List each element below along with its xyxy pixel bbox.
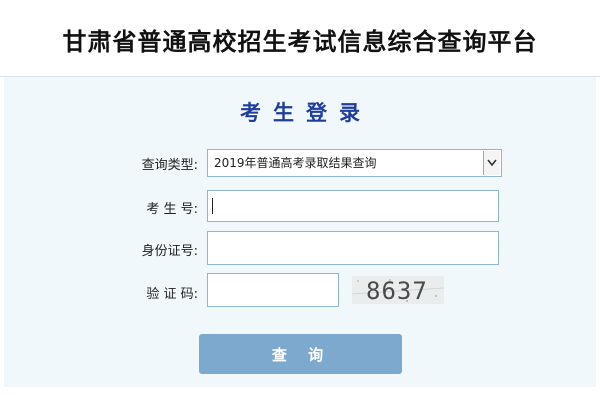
captcha-text: 8637 <box>366 277 428 304</box>
footer-band <box>0 387 600 400</box>
id-number-label: 身份证号: <box>141 244 198 259</box>
query-type-select[interactable]: 2019年普通高考录取结果查询 <box>207 149 502 177</box>
text-cursor <box>212 198 213 214</box>
captcha-input[interactable] <box>207 273 339 307</box>
query-button[interactable]: 查 询 <box>199 334 402 374</box>
exam-number-input[interactable] <box>207 190 499 222</box>
login-heading: 考生登录 <box>240 101 372 125</box>
site-title: 甘肃省普通高校招生考试信息综合查询平台 <box>62 28 538 56</box>
captcha-label: 验 证 码: <box>146 287 198 302</box>
page-header: 甘肃省普通高校招生考试信息综合查询平台 <box>0 0 600 77</box>
query-type-label: 查询类型: <box>141 158 198 173</box>
exam-number-label: 考 生 号: <box>146 202 198 217</box>
chevron-down-icon[interactable] <box>483 151 500 175</box>
captcha-image[interactable]: 8637 <box>352 276 444 304</box>
login-page: 甘肃省普通高校招生考试信息综合查询平台 考生登录 查询类型: 2019年普通高考… <box>0 0 600 400</box>
id-number-input[interactable] <box>207 231 499 265</box>
query-type-value: 2019年普通高考录取结果查询 <box>214 156 377 170</box>
